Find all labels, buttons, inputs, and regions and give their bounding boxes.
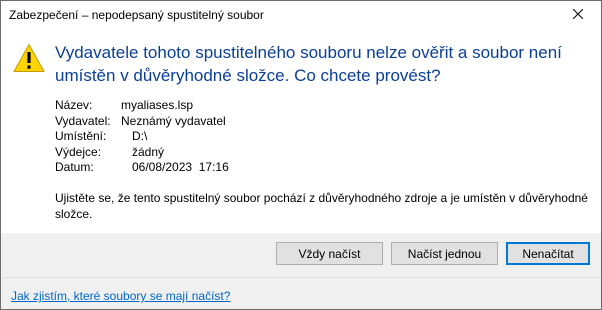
title-bar: Zabezpečení – nepodepsaný spustitelný so… (1, 1, 601, 27)
detail-value: žádný (132, 144, 165, 159)
detail-label: Umístění: (55, 129, 107, 143)
dialog-message: Ujistěte se, že tento spustitelný soubor… (55, 191, 588, 221)
detail-value: D:\ (132, 129, 148, 143)
footer-separator (1, 277, 601, 278)
detail-value: Neznámý vydavatel (121, 113, 226, 128)
file-details: Název: myaliases.lsp Vydavatel: Neznámý … (55, 98, 229, 176)
detail-row-publisher: Vydavatel: Neznámý vydavatel (55, 114, 229, 130)
detail-row-date: Datum: 06/08/2023 17:16 (55, 160, 229, 176)
detail-label: Datum: (55, 160, 94, 174)
do-not-load-button[interactable]: Nenačítat (506, 242, 590, 265)
security-dialog: Zabezpečení – nepodepsaný spustitelný so… (0, 0, 602, 310)
always-load-button[interactable]: Vždy načíst (276, 242, 383, 265)
detail-label: Název: (55, 98, 93, 112)
detail-label: Vydavatel: (55, 113, 111, 128)
close-button[interactable] (555, 1, 601, 27)
detail-label: Výdejce: (55, 144, 102, 159)
help-link[interactable]: Jak zjistím, které soubory se mají načís… (11, 289, 230, 303)
load-once-button[interactable]: Načíst jednou (391, 242, 498, 265)
warning-icon (13, 44, 45, 72)
detail-value: 06/08/2023 17:16 (132, 160, 229, 174)
detail-row-issuer: Výdejce: žádný (55, 145, 229, 161)
dialog-title: Zabezpečení – nepodepsaný spustitelný so… (9, 8, 264, 22)
dialog-heading: Vydavatele tohoto spustitelného souboru … (55, 43, 562, 85)
detail-row-name: Název: myaliases.lsp (55, 98, 229, 114)
detail-row-location: Umístění: D:\ (55, 129, 229, 145)
detail-value: myaliases.lsp (121, 98, 194, 112)
close-icon (573, 9, 583, 19)
